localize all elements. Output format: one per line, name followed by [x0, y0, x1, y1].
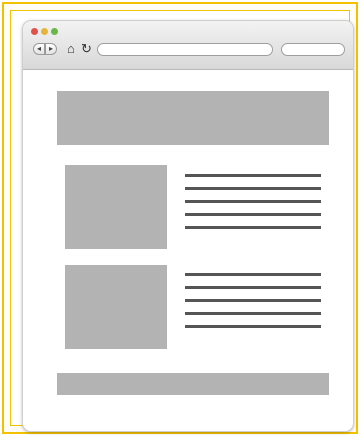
text-line [185, 286, 321, 289]
browser-toolbar: ◂ ▸ ⌂ ↻ [23, 21, 353, 70]
search-field[interactable] [281, 43, 345, 56]
text-line [185, 213, 321, 216]
text-line [185, 325, 321, 328]
text-line [185, 200, 321, 203]
text-line [185, 226, 321, 229]
text-line [185, 273, 321, 276]
zoom-window-button[interactable] [51, 28, 58, 35]
minimize-window-button[interactable] [41, 28, 48, 35]
image-placeholder-2 [65, 265, 167, 349]
text-line [185, 187, 321, 190]
text-line [185, 312, 321, 315]
back-arrow-icon: ◂ [36, 44, 41, 53]
text-line [185, 299, 321, 302]
reload-icon[interactable]: ↻ [81, 42, 94, 55]
forward-arrow-icon: ▸ [48, 44, 53, 53]
browser-window: ◂ ▸ ⌂ ↻ [22, 20, 354, 432]
address-bar[interactable] [97, 43, 273, 56]
close-window-button[interactable] [31, 28, 38, 35]
home-icon[interactable]: ⌂ [67, 42, 80, 55]
image-placeholder-1 [65, 165, 167, 249]
footer-placeholder [57, 373, 329, 395]
header-placeholder [57, 91, 329, 145]
forward-button[interactable]: ▸ [45, 43, 57, 55]
back-button[interactable]: ◂ [33, 43, 45, 55]
text-line [185, 174, 321, 177]
